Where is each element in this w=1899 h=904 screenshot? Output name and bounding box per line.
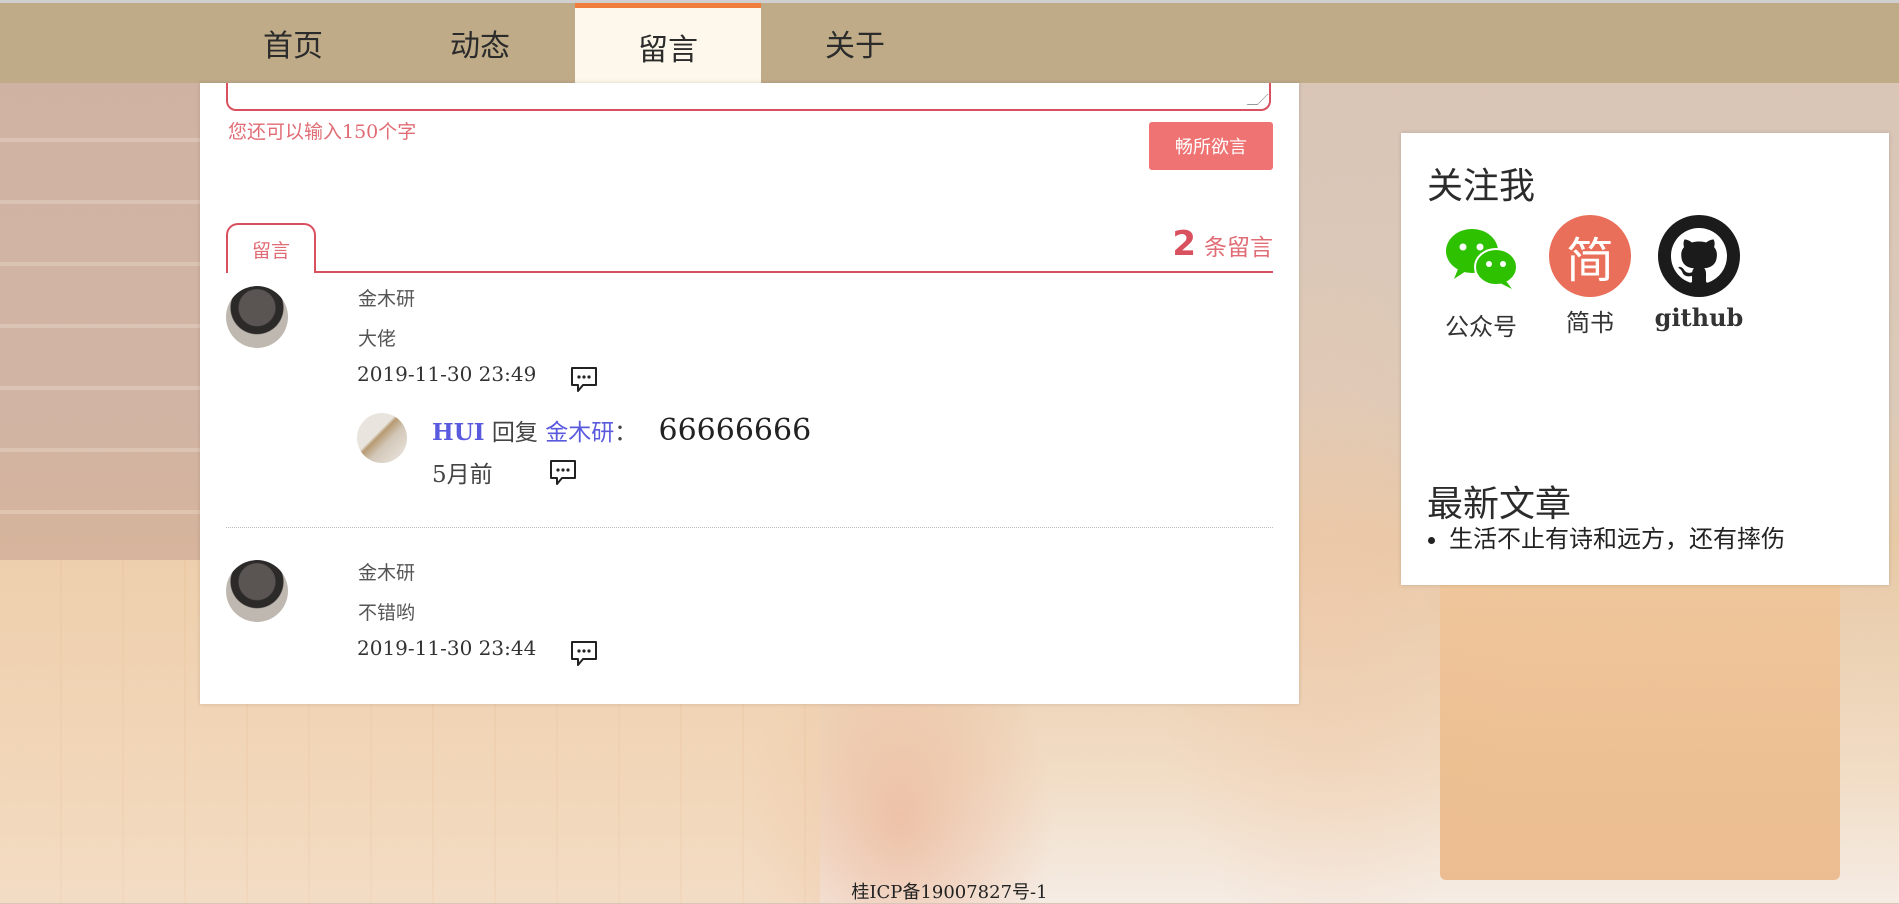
reply-icon[interactable] bbox=[569, 639, 599, 669]
comment-text: 大佬 bbox=[358, 328, 397, 350]
reply-line: HUI 回复 金木研： 66666666 bbox=[432, 413, 811, 448]
message-textarea[interactable] bbox=[226, 83, 1271, 111]
nav-item-messages[interactable]: 留言 bbox=[575, 3, 761, 86]
comment-count: 2 条留言 bbox=[1172, 224, 1273, 264]
comment-author[interactable]: 金木研 bbox=[358, 558, 415, 585]
top-nav: 首页 动态 留言 关于 bbox=[0, 0, 1899, 86]
follow-label: 公众号 bbox=[1445, 313, 1517, 341]
reply-avatar bbox=[357, 413, 407, 463]
follow-github[interactable]: github bbox=[1654, 215, 1744, 332]
comment-author[interactable]: 金木研 bbox=[358, 284, 415, 311]
reply-time: 5月前 bbox=[432, 462, 493, 488]
reply-colon: ： bbox=[614, 420, 638, 446]
submit-message-button[interactable]: 畅所欲言 bbox=[1149, 122, 1273, 170]
sidebar-card: 关注我 公众号 简 简书 github 最新文章 生活不止有诗和远方，还有摔伤 bbox=[1401, 133, 1889, 585]
comment-count-number: 2 bbox=[1172, 224, 1196, 264]
reply-target[interactable]: 金木研 bbox=[545, 420, 614, 446]
github-icon bbox=[1658, 215, 1740, 297]
follow-label: 简书 bbox=[1566, 309, 1614, 337]
background-wall bbox=[0, 80, 220, 560]
nav-item-about[interactable]: 关于 bbox=[762, 3, 948, 83]
nav-item-home[interactable]: 首页 bbox=[200, 3, 386, 83]
footer-icp[interactable]: 桂ICP备19007827号-1 bbox=[0, 878, 1899, 904]
follow-jianshu[interactable]: 简 简书 bbox=[1545, 215, 1635, 338]
avatar bbox=[226, 286, 288, 348]
avatar bbox=[226, 560, 288, 622]
char-count-hint: 您还可以输入150个字 bbox=[228, 121, 417, 143]
tab-underline bbox=[226, 271, 1273, 273]
article-link[interactable]: 生活不止有诗和远方，还有摔伤 bbox=[1449, 519, 1785, 554]
jianshu-icon: 简 bbox=[1549, 215, 1631, 297]
wechat-icon bbox=[1446, 229, 1518, 289]
reply-user[interactable]: HUI bbox=[432, 419, 485, 446]
tab-messages[interactable]: 留言 bbox=[226, 223, 316, 273]
reply-icon[interactable] bbox=[548, 458, 578, 488]
comment-time: 2019-11-30 23:49 bbox=[357, 362, 537, 386]
comment-text: 不错哟 bbox=[358, 602, 416, 624]
comment-divider bbox=[226, 527, 1273, 528]
follow-wechat[interactable]: 公众号 bbox=[1436, 215, 1526, 342]
reply-icon[interactable] bbox=[569, 365, 599, 395]
background-shelf bbox=[1440, 540, 1840, 880]
latest-articles-list: 生活不止有诗和远方，还有摔伤 bbox=[1427, 519, 1785, 554]
nav-item-dynamics[interactable]: 动态 bbox=[387, 3, 573, 83]
comment-time: 2019-11-30 23:44 bbox=[357, 636, 537, 660]
follow-label: github bbox=[1654, 303, 1744, 332]
comment-count-suffix: 条留言 bbox=[1204, 235, 1273, 261]
reply-message: 66666666 bbox=[658, 413, 812, 448]
resize-grip-icon[interactable] bbox=[1246, 94, 1269, 105]
message-board-card: 您还可以输入150个字 畅所欲言 留言 2 条留言 金木研 大佬 2019-11-… bbox=[200, 83, 1299, 704]
reply-verb: 回复 bbox=[491, 420, 538, 446]
follow-title: 关注我 bbox=[1427, 166, 1536, 207]
